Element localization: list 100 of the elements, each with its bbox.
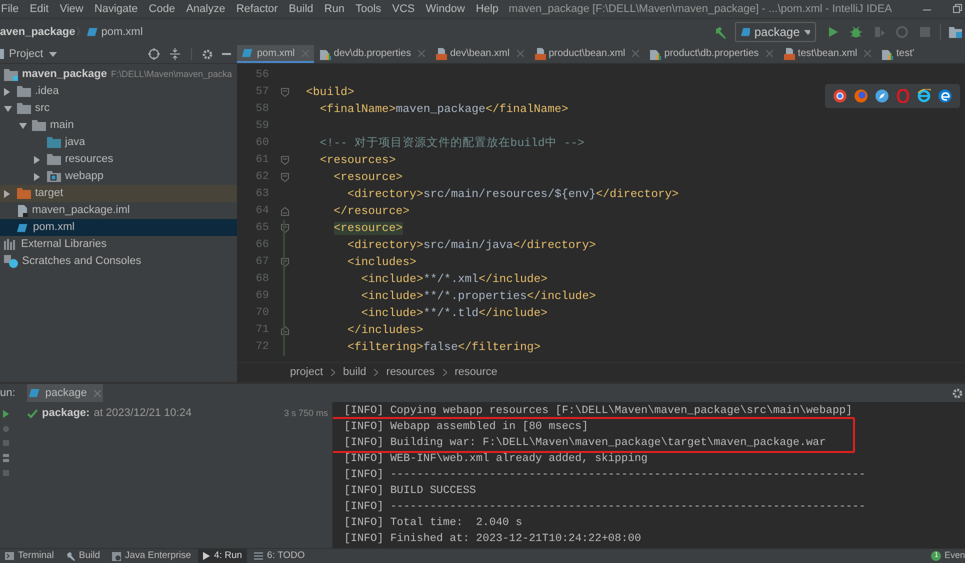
menu-item[interactable]: Window — [426, 0, 465, 18]
tree-item[interactable]: target — [0, 185, 237, 202]
fold-marker-icon[interactable] — [281, 326, 289, 335]
close-icon[interactable] — [418, 50, 426, 56]
target-icon[interactable] — [148, 48, 160, 60]
tree-item-label[interactable]: src — [35, 100, 50, 117]
tree-item[interactable]: resources — [0, 151, 237, 168]
close-icon[interactable] — [516, 50, 524, 56]
browser-icon[interactable] — [833, 89, 847, 103]
tree-item-label[interactable]: maven_package — [22, 66, 107, 83]
event-log-button[interactable]: Even — [944, 549, 965, 563]
coverage-icon[interactable] — [873, 26, 885, 38]
collapse-icon[interactable] — [170, 48, 180, 60]
menu-item[interactable]: Analyze — [186, 0, 226, 18]
tree-item-label[interactable]: maven_package.iml — [32, 202, 130, 219]
restore-icon[interactable] — [952, 4, 962, 14]
breadcrumb-item[interactable]: resources — [386, 364, 435, 381]
stop-icon[interactable] — [3, 426, 9, 432]
breadcrumb-item[interactable]: project — [290, 364, 324, 381]
tree-item-label[interactable]: External Libraries — [21, 236, 107, 253]
run-config-dropdown[interactable]: package — [735, 22, 816, 42]
folder-icon[interactable] — [949, 26, 962, 38]
close-icon[interactable] — [864, 50, 872, 56]
collapsed-arrow-icon[interactable] — [34, 156, 40, 164]
menu-item[interactable]: Help — [476, 0, 499, 18]
editor-tab[interactable]: dev\bean.xml — [430, 45, 529, 63]
compass-icon[interactable] — [875, 89, 889, 103]
collapsed-arrow-icon[interactable] — [4, 88, 10, 96]
settings-icon[interactable] — [952, 388, 963, 398]
fold-marker-icon[interactable] — [281, 173, 289, 182]
settings-icon[interactable] — [202, 48, 213, 60]
minimize-icon[interactable] — [222, 52, 231, 56]
close-icon[interactable] — [632, 50, 640, 56]
menu-item[interactable]: Tools — [355, 0, 382, 18]
menu-item[interactable]: Navigate — [94, 0, 138, 18]
tree-item[interactable]: maven_package.iml — [0, 202, 237, 219]
tree-item-label[interactable]: .idea — [35, 83, 59, 100]
menu-item[interactable]: Refactor — [236, 0, 278, 18]
editor-tab[interactable]: test' — [876, 45, 920, 63]
tree-item[interactable]: src — [0, 100, 237, 117]
expanded-arrow-icon[interactable] — [4, 106, 12, 112]
tree-item[interactable]: webapp — [0, 168, 237, 185]
hammer-icon[interactable] — [714, 26, 727, 38]
tool-window-button[interactable]: Build — [60, 549, 106, 563]
tree-item-label[interactable]: target — [35, 185, 64, 202]
fold-marker-icon[interactable] — [281, 258, 289, 267]
breadcrumb-item[interactable]: build — [343, 364, 366, 381]
tool-window-button[interactable]: Terminal — [0, 549, 59, 563]
breadcrumb-file[interactable]: pom.xml — [101, 24, 143, 40]
tree-item-label[interactable]: java — [65, 134, 86, 151]
menu-item[interactable]: View — [60, 0, 84, 18]
close-icon[interactable] — [94, 390, 101, 396]
breadcrumb-item[interactable]: resource — [454, 364, 498, 381]
editor-tab[interactable]: product\bean.xml — [528, 45, 644, 63]
editor-tab[interactable]: product\db.properties — [644, 45, 778, 63]
bug-icon[interactable] — [850, 26, 862, 38]
fold-marker-icon[interactable] — [281, 156, 289, 165]
tree-item[interactable]: .idea — [0, 83, 237, 100]
editor-tab[interactable]: pom.xml — [237, 45, 314, 63]
breadcrumb-project[interactable]: aven_package — [0, 24, 76, 40]
close-icon[interactable] — [766, 50, 773, 56]
project-view-dropdown[interactable]: Project — [9, 46, 44, 62]
tree-item-label[interactable]: main — [50, 117, 74, 134]
tree-item-label[interactable]: resources — [65, 151, 114, 168]
menu-item[interactable]: VCS — [392, 0, 415, 18]
tree-item[interactable]: Scratches and Consoles — [0, 253, 237, 270]
tool-window-button[interactable]: 6: TODO — [249, 549, 310, 563]
fold-marker-icon[interactable] — [281, 224, 289, 233]
run-tab-label[interactable]: package — [45, 384, 87, 402]
fold-marker-icon[interactable] — [281, 207, 289, 216]
tool-window-button[interactable]: 4: Run — [198, 549, 248, 563]
tree-item[interactable]: pom.xml — [0, 219, 237, 236]
collapsed-arrow-icon[interactable] — [4, 190, 10, 198]
run-tab[interactable]: package — [27, 384, 103, 402]
menu-item[interactable]: File — [1, 0, 19, 18]
tree-item-label[interactable]: Scratches and Consoles — [22, 253, 142, 270]
toolbar-icon[interactable] — [3, 454, 9, 462]
tree-item[interactable]: main — [0, 117, 237, 134]
menu-item[interactable]: Run — [324, 0, 344, 18]
task-name[interactable]: package: — [42, 405, 90, 422]
tree-item-label[interactable]: webapp — [65, 168, 104, 185]
editor-tab[interactable]: dev\db.properties — [314, 45, 430, 63]
menu-item[interactable]: Edit — [30, 0, 49, 18]
browser-icon[interactable] — [917, 89, 931, 103]
fold-marker-icon[interactable] — [281, 88, 289, 97]
browser-icon[interactable] — [938, 89, 952, 103]
menu-item[interactable]: Build — [288, 0, 314, 18]
run-icon[interactable] — [828, 26, 839, 38]
tree-item[interactable]: java — [0, 134, 237, 151]
profiler-icon[interactable] — [896, 26, 908, 38]
rerun-icon[interactable] — [3, 410, 9, 418]
tree-item[interactable]: maven_package F:\DELL\Maven\maven_packa — [0, 66, 237, 83]
collapsed-arrow-icon[interactable] — [34, 172, 40, 180]
expanded-arrow-icon[interactable] — [19, 122, 27, 128]
editor-tab[interactable]: test\bean.xml — [778, 45, 876, 63]
menu-item[interactable]: Code — [148, 0, 176, 18]
tool-window-button[interactable]: Java Enterprise — [107, 549, 196, 563]
caret-icon[interactable] — [49, 52, 58, 56]
tree-item-label[interactable]: pom.xml — [33, 219, 75, 236]
tree-item[interactable]: External Libraries — [0, 236, 237, 253]
